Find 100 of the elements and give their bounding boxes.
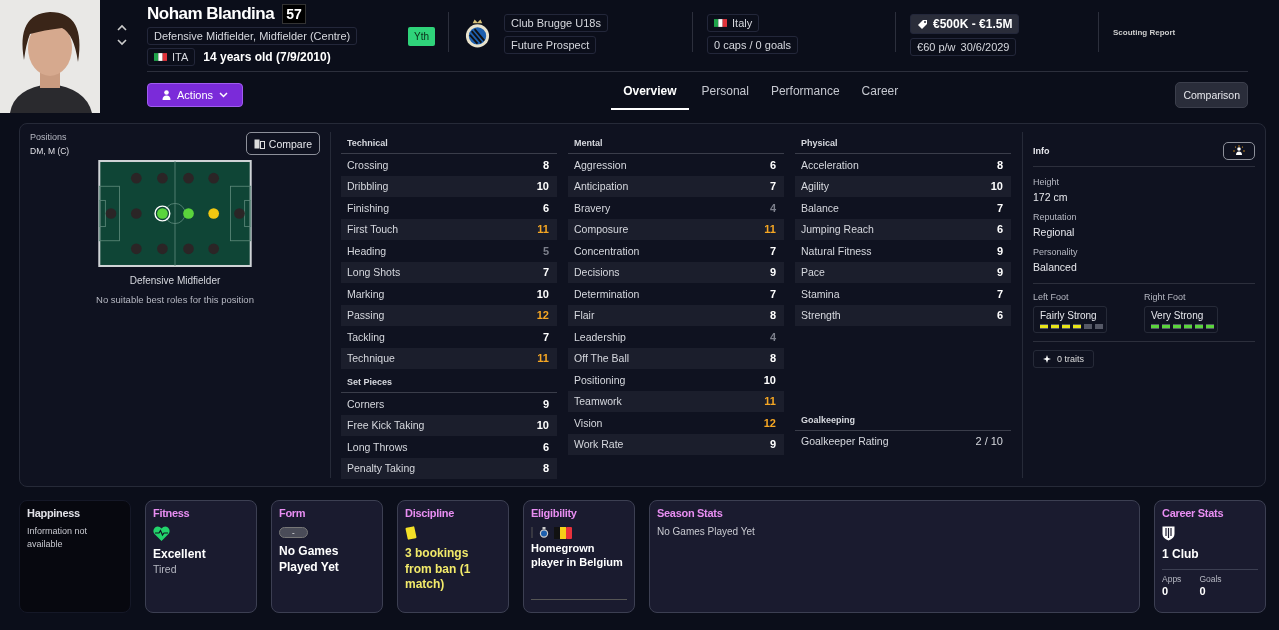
- position-dot[interactable]: [234, 208, 245, 219]
- career-clubs: 1 Club: [1162, 547, 1199, 563]
- attribute-value: 8: [769, 352, 776, 365]
- form-badge: -: [279, 527, 308, 538]
- position-dot[interactable]: [183, 243, 194, 255]
- sparkle-icon: [1043, 354, 1052, 364]
- attribute-name: Concentration: [574, 244, 640, 257]
- card-title: Discipline: [405, 507, 454, 519]
- position-dot[interactable]: [131, 208, 142, 219]
- attribute-name: Positioning: [574, 373, 626, 386]
- info-label: Height: [1033, 177, 1060, 187]
- attribute-value: 10: [536, 180, 549, 193]
- positions-value: DM, M (C): [30, 146, 70, 156]
- position-dot[interactable]: [157, 243, 168, 255]
- attribute-name: Penalty Taking: [347, 462, 416, 475]
- attribute-value: 11: [764, 223, 776, 236]
- position-dot[interactable]: [183, 208, 194, 219]
- attribute-value: 9: [769, 266, 776, 279]
- club-status: Future Prospect: [504, 36, 597, 54]
- attribute-value: 9: [542, 397, 549, 410]
- attribute-name: Work Rate: [574, 438, 624, 451]
- attribute-value: 8: [542, 158, 549, 171]
- attribute-name: Decisions: [574, 266, 620, 279]
- comparison-button[interactable]: Comparison: [1175, 81, 1248, 108]
- attribute-name: Anticipation: [574, 180, 629, 193]
- player-positions: Defensive Midfielder, Midfielder (Centre): [147, 27, 358, 45]
- info-value: Regional: [1033, 226, 1076, 238]
- tab[interactable]: Performance: [761, 75, 849, 110]
- foot-label: Right Foot: [1144, 292, 1187, 302]
- person-icon: [162, 89, 171, 100]
- position-dot[interactable]: [131, 243, 142, 255]
- card-title: Happiness: [27, 507, 80, 519]
- fitness-value: Excellent: [153, 547, 206, 563]
- attribute-name: Stamina: [801, 287, 840, 300]
- player-age: 14 years old (7/9/2010): [203, 50, 331, 64]
- card-title: Form: [279, 507, 306, 519]
- transfer-value: €500K - €1.5M: [910, 14, 1020, 34]
- tab[interactable]: Career: [852, 75, 908, 110]
- position-dot[interactable]: [131, 172, 142, 184]
- flag-icon: [714, 19, 727, 27]
- attribute-value: 2 / 10: [975, 435, 1003, 448]
- attribute-name: Strength: [801, 309, 841, 322]
- eligibility-value: Homegrown player in Belgium: [531, 541, 624, 570]
- player-rating: 57: [282, 4, 306, 24]
- attribute-name: Dribbling: [347, 180, 389, 193]
- attribute-name: Leadership: [574, 330, 626, 343]
- player-view-button[interactable]: [1223, 142, 1255, 160]
- card-title: Career Stats: [1162, 507, 1224, 519]
- position-dot[interactable]: [105, 208, 117, 219]
- roles-note: No suitable best roles for this position: [96, 294, 254, 305]
- attribute-name: Determination: [574, 287, 640, 300]
- attribute-group-title: Technical: [341, 132, 557, 154]
- attribute-value: 12: [536, 309, 549, 322]
- fitness-detail: Tired: [153, 562, 177, 575]
- attribute-name: Off The Ball: [574, 352, 630, 365]
- attribute-name: Acceleration: [801, 158, 859, 171]
- attribute-name: Goalkeeper Rating: [801, 435, 889, 448]
- attribute-value: 9: [996, 266, 1003, 279]
- attribute-name: First Touch: [347, 223, 399, 236]
- position-dot[interactable]: [157, 172, 168, 184]
- attribute-name: Agility: [801, 180, 829, 193]
- positions-label: Positions: [30, 132, 68, 142]
- tab[interactable]: Overview: [611, 75, 689, 110]
- attribute-value: 6: [996, 223, 1003, 236]
- actions-button[interactable]: Actions: [147, 82, 244, 107]
- form-value: No Games Played Yet: [279, 544, 340, 576]
- attribute-value: 10: [763, 373, 776, 386]
- attribute-value: 10: [536, 287, 549, 300]
- foot-value: Fairly Strong: [1040, 310, 1098, 321]
- attribute-name: Finishing: [347, 201, 390, 214]
- attribute-value: 11: [537, 352, 549, 365]
- attribute-value: 4: [769, 201, 776, 214]
- position-dot[interactable]: [154, 205, 171, 222]
- info-value: 172 cm: [1033, 191, 1069, 203]
- attribute-value: 9: [769, 438, 776, 451]
- chevron-up-icon[interactable]: [117, 24, 127, 31]
- traits-button[interactable]: 0 traits: [1033, 350, 1094, 368]
- attribute-name: Jumping Reach: [801, 223, 874, 236]
- position-dot[interactable]: [208, 172, 219, 184]
- attribute-name: Teamwork: [574, 395, 622, 408]
- youth-badge: Yth: [408, 27, 435, 46]
- compare-button[interactable]: Compare: [245, 132, 320, 155]
- attribute-group-title: Mental: [568, 132, 784, 154]
- role-name: Defensive Midfielder: [129, 275, 221, 286]
- attribute-value: 7: [769, 287, 776, 300]
- attribute-name: Bravery: [574, 201, 611, 214]
- chevron-down-icon[interactable]: [117, 39, 127, 46]
- position-dot[interactable]: [208, 243, 219, 255]
- position-dot[interactable]: [183, 172, 194, 184]
- attribute-name: Natural Fitness: [801, 244, 872, 257]
- attribute-group-title: Set Pieces: [341, 369, 557, 393]
- attribute-name: Long Throws: [347, 440, 408, 453]
- position-dot[interactable]: [208, 208, 219, 219]
- compare-icon: [253, 138, 265, 149]
- foot-value: Very Strong: [1151, 310, 1205, 321]
- attribute-name: Aggression: [574, 158, 627, 171]
- card-title: Eligibility: [531, 507, 577, 519]
- info-value: Balanced: [1033, 261, 1078, 273]
- tab[interactable]: Personal: [692, 75, 758, 110]
- nation-tag: Italy: [707, 14, 760, 32]
